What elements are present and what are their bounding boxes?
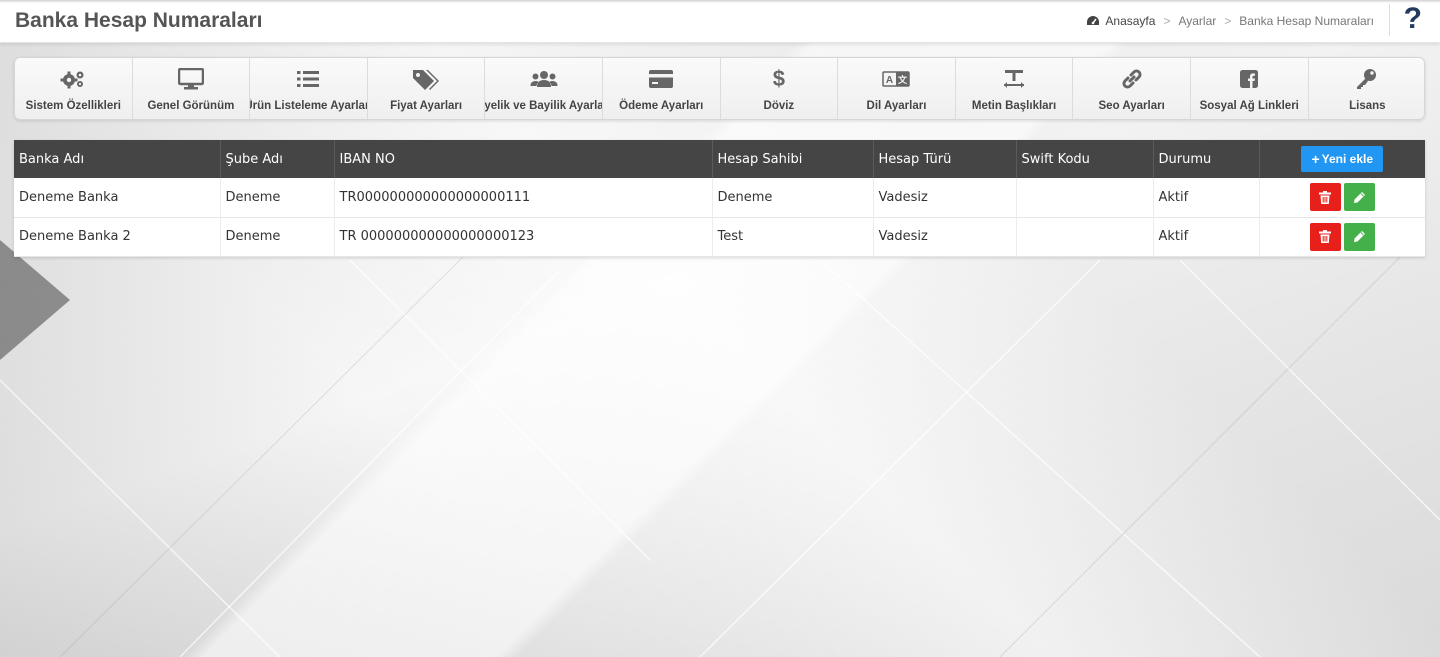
column-header-hesap-sahibi[interactable]: Hesap Sahibi — [712, 140, 874, 178]
cell-swift-kodu — [1016, 217, 1154, 256]
page-title: Banka Hesap Numaraları — [15, 9, 263, 32]
column-header-sube-adi[interactable]: Şube Adı — [220, 140, 335, 178]
cell-durumu: Aktif — [1153, 217, 1260, 256]
menu-label: Fiyat Ayarları — [390, 100, 463, 112]
key-icon — [1357, 69, 1377, 89]
pencil-icon — [1353, 231, 1365, 242]
dashboard-icon — [1087, 16, 1100, 25]
table-row: Deneme Banka Deneme TR000000000000000000… — [14, 178, 1425, 217]
column-header-actions: + Yeni ekle — [1259, 140, 1425, 178]
edit-button[interactable] — [1343, 183, 1375, 212]
cell-iban: TR000000000000000000111 — [334, 178, 713, 217]
menu-item-fiyat-ayarlari[interactable]: Fiyat Ayarları — [368, 58, 486, 119]
menu-item-uyelik-bayilik[interactable]: Üyelik ve Bayilik Ayarları — [485, 58, 603, 119]
cell-iban: TR 000000000000000000123 — [334, 217, 713, 256]
menu-label: Seo Ayarları — [1098, 100, 1165, 112]
cell-sube-adi: Deneme — [220, 217, 335, 256]
menu-label: Ürün Listeleme Ayarları — [250, 100, 368, 112]
menu-label: Sistem Özellikleri — [25, 100, 121, 112]
cell-hesap-sahibi: Test — [712, 217, 874, 256]
menu-label: Lisans — [1349, 100, 1386, 112]
cell-hesap-turu: Vadesiz — [873, 217, 1017, 256]
help-icon[interactable]: ? — [1404, 2, 1422, 36]
menu-label: Üyelik ve Bayilik Ayarları — [485, 100, 603, 112]
users-icon — [530, 71, 558, 87]
text-height-icon — [1004, 70, 1025, 88]
list-icon — [297, 71, 320, 87]
cell-swift-kodu — [1016, 178, 1154, 217]
breadcrumb-settings[interactable]: Ayarlar — [1178, 14, 1216, 28]
menu-item-lisans[interactable]: Lisans — [1309, 58, 1424, 119]
facebook-icon — [1240, 70, 1259, 88]
cell-banka-adi: Deneme Banka 2 — [14, 217, 221, 256]
table-header-row: Banka Adı Şube Adı IBAN NO Hesap Sahibi … — [14, 140, 1425, 178]
cell-hesap-turu: Vadesiz — [873, 178, 1017, 217]
tags-icon — [413, 70, 440, 90]
column-header-iban[interactable]: IBAN NO — [334, 140, 713, 178]
menu-item-genel-gorunum[interactable]: Genel Görünüm — [133, 58, 251, 119]
language-icon: A 文 — [882, 71, 911, 87]
trash-icon — [1319, 190, 1332, 204]
bank-accounts-table: Banka Adı Şube Adı IBAN NO Hesap Sahibi … — [14, 140, 1425, 257]
table-row: Deneme Banka 2 Deneme TR 000000000000000… — [14, 217, 1425, 256]
column-header-swift-kodu[interactable]: Swift Kodu — [1016, 140, 1154, 178]
svg-text:文: 文 — [897, 74, 908, 85]
add-new-label: Yeni ekle — [1321, 152, 1374, 166]
menu-label: Dil Ayarları — [866, 100, 927, 112]
plus-icon: + — [1311, 151, 1320, 167]
cell-actions — [1259, 217, 1425, 256]
add-new-button[interactable]: + Yeni ekle — [1301, 146, 1384, 172]
cell-durumu: Aktif — [1153, 178, 1260, 217]
menu-label: Sosyal Ağ Linkleri — [1199, 100, 1299, 112]
menu-item-sistem-ozellikleri[interactable]: Sistem Özellikleri — [15, 58, 133, 119]
dollar-icon: $ — [772, 66, 785, 91]
breadcrumb-current: Banka Hesap Numaraları — [1239, 14, 1374, 28]
menu-item-seo-ayarlari[interactable]: Seo Ayarları — [1073, 58, 1191, 119]
breadcrumb-separator: > — [1224, 14, 1232, 28]
breadcrumb: Anasayfa > Ayarlar > Banka Hesap Numaral… — [1086, 14, 1374, 28]
breadcrumb-separator: > — [1163, 14, 1171, 28]
menu-item-sosyal-ag[interactable]: Sosyal Ağ Linkleri — [1191, 58, 1309, 119]
trash-icon — [1319, 230, 1332, 243]
menu-item-dil-ayarlari[interactable]: A 文 Dil Ayarları — [838, 58, 956, 119]
column-header-durumu[interactable]: Durumu — [1153, 140, 1260, 178]
cell-actions — [1259, 178, 1425, 217]
delete-button[interactable] — [1309, 222, 1341, 251]
cell-banka-adi: Deneme Banka — [14, 178, 221, 217]
menu-label: Ödeme Ayarları — [619, 100, 704, 112]
menu-label: Döviz — [763, 100, 795, 112]
menu-item-metin-basliklari[interactable]: Metin Başlıkları — [956, 58, 1074, 119]
settings-menu: Sistem Özellikleri Genel Görünüm Ürün Li… — [14, 57, 1425, 120]
link-icon — [1122, 69, 1142, 89]
gears-icon — [60, 71, 84, 89]
svg-text:A: A — [886, 75, 893, 86]
divider — [1389, 4, 1390, 36]
monitor-icon — [177, 68, 204, 90]
menu-item-doviz[interactable]: $ Döviz — [721, 58, 839, 119]
breadcrumb-home-label: Anasayfa — [1105, 14, 1156, 28]
menu-label: Genel Görünüm — [147, 100, 235, 112]
delete-button[interactable] — [1309, 183, 1341, 212]
breadcrumb-home[interactable]: Anasayfa — [1086, 14, 1155, 28]
cell-hesap-sahibi: Deneme — [712, 178, 874, 217]
column-header-banka-adi[interactable]: Banka Adı — [14, 140, 221, 178]
menu-item-odeme-ayarlari[interactable]: Ödeme Ayarları — [603, 58, 721, 119]
edit-button[interactable] — [1343, 222, 1375, 251]
menu-label: Metin Başlıkları — [971, 100, 1057, 112]
column-header-hesap-turu[interactable]: Hesap Türü — [873, 140, 1017, 178]
top-bar: Banka Hesap Numaraları Anasayfa > Ayarla… — [0, 0, 1440, 43]
menu-item-urun-listeleme[interactable]: Ürün Listeleme Ayarları — [250, 58, 368, 119]
credit-card-icon — [649, 70, 674, 88]
pencil-icon — [1353, 191, 1365, 203]
cell-sube-adi: Deneme — [220, 178, 335, 217]
